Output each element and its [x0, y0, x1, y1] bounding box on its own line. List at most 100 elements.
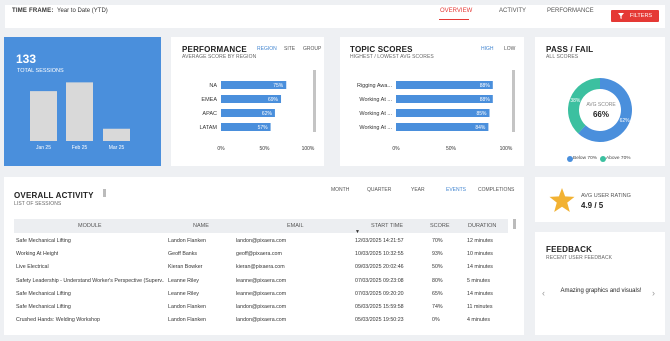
cell-email: leanne@pixaera.com: [236, 277, 287, 284]
sort-desc-icon[interactable]: ▼: [355, 229, 360, 235]
cell-name: Leanne Riley: [168, 290, 199, 297]
cell-email: landon@pixaera.com: [236, 304, 287, 310]
col-start-time[interactable]: START TIME: [371, 223, 403, 229]
nav-active-underline: [439, 19, 469, 20]
filter-icon: [617, 13, 624, 19]
tab-month[interactable]: MONTH: [331, 187, 349, 193]
cell-score: 0%: [432, 317, 440, 324]
activity-title: OVERALL ACTIVITY: [14, 191, 94, 200]
cell-score: 70%: [432, 238, 443, 244]
tab-quarter[interactable]: QUARTER: [367, 187, 391, 193]
performance-tick-label: 0%: [217, 146, 225, 152]
tab-completions[interactable]: COMPLETIONS: [478, 187, 514, 193]
performance-category-label: NA: [209, 83, 217, 89]
prev-feedback-icon[interactable]: ‹: [542, 288, 545, 298]
activity-subtitle: LIST OF SESSIONS: [14, 201, 62, 207]
avg-score-label: AVG SCORE: [586, 102, 616, 108]
cell-module: Live Electrical: [16, 264, 49, 271]
cell-start-time: 12/03/2025 14:21:57: [355, 238, 404, 244]
cell-name: Kieran Bowker: [168, 264, 203, 271]
topic-category-label: Working At ...: [359, 97, 392, 103]
cell-module: Safe Mechanical Lifting: [16, 304, 71, 310]
cell-module: Crushed Hands: Welding Workshop: [16, 317, 101, 324]
filters-label: FILTERS: [629, 13, 653, 19]
col-name[interactable]: NAME: [193, 223, 209, 229]
feedback-subtitle: RECENT USER FEEDBACK: [546, 255, 613, 261]
rating-label: AVG USER RATING: [581, 193, 631, 199]
performance-category-label: EMEA: [201, 97, 217, 103]
topic-value-label: 88%: [480, 97, 491, 103]
performance-value-label: 62%: [262, 111, 273, 117]
cell-duration: 14 minutes: [467, 290, 493, 297]
sessions-bar[interactable]: [66, 82, 93, 141]
topic-bar[interactable]: [396, 81, 493, 89]
feedback-quote: Amazing graphics and visuals!: [560, 288, 642, 294]
next-feedback-icon[interactable]: ›: [652, 288, 655, 298]
cell-duration: 11 minutes: [467, 304, 493, 310]
sessions-tick-label: Feb 25: [72, 145, 88, 151]
sessions-bar[interactable]: [103, 128, 130, 141]
sessions-bar[interactable]: [30, 91, 57, 141]
legend-above-label: Above 70%: [606, 156, 631, 161]
nav-performance[interactable]: PERFORMANCE: [547, 8, 594, 14]
col-email[interactable]: EMAIL: [287, 223, 304, 229]
nav-overview[interactable]: OVERVIEW: [440, 8, 472, 14]
topic-bar[interactable]: [396, 109, 490, 117]
col-duration[interactable]: DURATION: [468, 223, 496, 229]
filters-button[interactable]: FILTERS: [611, 10, 659, 22]
cell-start-time: 07/03/2025 09:23:08: [355, 277, 404, 284]
topic-category-label: Working At ...: [359, 111, 392, 117]
cell-duration: 5 minutes: [467, 277, 490, 284]
sessions-tick-label: Mar 25: [109, 145, 125, 151]
table-scrollbar[interactable]: [513, 219, 516, 229]
cell-email: landon@pixaera.com: [236, 317, 287, 324]
cell-score: 93%: [432, 251, 443, 258]
performance-tick-label: 50%: [259, 146, 270, 152]
activity-handle[interactable]: [103, 189, 106, 197]
cell-start-time: 10/03/2025 10:32:55: [355, 251, 404, 258]
rating-value: 4.9 / 5: [581, 201, 604, 210]
topic-tick-label: 0%: [392, 146, 400, 152]
donut-value-label: 62%: [620, 118, 631, 124]
performance-chart: NA 75% EMEA 69% APAC 62% LATAM 57% 0% 50% 100%: [199, 81, 315, 152]
tab-year[interactable]: YEAR: [411, 187, 425, 193]
cell-start-time: 05/03/2025 19:50:23: [355, 317, 404, 324]
nav-activity[interactable]: ACTIVITY: [499, 8, 526, 14]
col-score[interactable]: SCORE: [430, 223, 450, 229]
feedback-title: FEEDBACK: [546, 245, 593, 254]
cell-module: Working At Height: [16, 251, 59, 258]
cell-name: Geoff Banks: [168, 251, 198, 258]
star-icon: [549, 188, 575, 212]
cell-name: Leanne Riley: [168, 277, 199, 284]
performance-tick-label: 100%: [302, 146, 315, 152]
tab-events[interactable]: EVENTS: [446, 187, 466, 193]
cell-score: 80%: [432, 277, 443, 284]
cell-name: Landon Flanken: [168, 304, 206, 310]
topic-bar[interactable]: [396, 95, 493, 103]
time-frame-label: TIME FRAME:: [12, 8, 54, 14]
cell-module: Safe Mechanical Lifting: [16, 290, 71, 297]
cell-email: landon@pixaera.com: [236, 238, 287, 244]
col-module[interactable]: MODULE: [78, 223, 102, 229]
avg-score-value: 66%: [592, 110, 609, 119]
cell-name: Landon Flanken: [168, 238, 206, 244]
cell-duration: 4 minutes: [467, 317, 490, 324]
topic-value-label: 84%: [475, 125, 486, 131]
cell-email: leanne@pixaera.com: [236, 290, 287, 297]
cell-score: 65%: [432, 290, 443, 297]
sessions-chart: Jan 25 Feb 25 Mar 25: [30, 82, 130, 151]
cell-email: kieran@pixaera.com: [236, 264, 285, 271]
topic-tick-label: 100%: [500, 146, 513, 152]
cell-score: 50%: [432, 264, 443, 271]
time-frame-select[interactable]: Year to Date (YTD): [57, 8, 108, 14]
topic-tick-label: 50%: [446, 146, 457, 152]
performance-value-label: 57%: [258, 125, 269, 131]
topic-category-label: Rigging Awa...: [357, 83, 393, 89]
cell-name: Landon Flanken: [168, 317, 206, 324]
cell-duration: 10 minutes: [467, 251, 493, 258]
cell-module: Safety Leadership - Understand Worker's …: [16, 277, 164, 284]
cell-duration: 12 minutes: [467, 238, 493, 244]
cell-email: geoff@pixaera.com: [236, 251, 282, 258]
legend-below-label: Below 70%: [573, 156, 597, 161]
topic-scores-chart: Rigging Awa... 88% Working At ... 88% Workin…: [357, 81, 513, 152]
